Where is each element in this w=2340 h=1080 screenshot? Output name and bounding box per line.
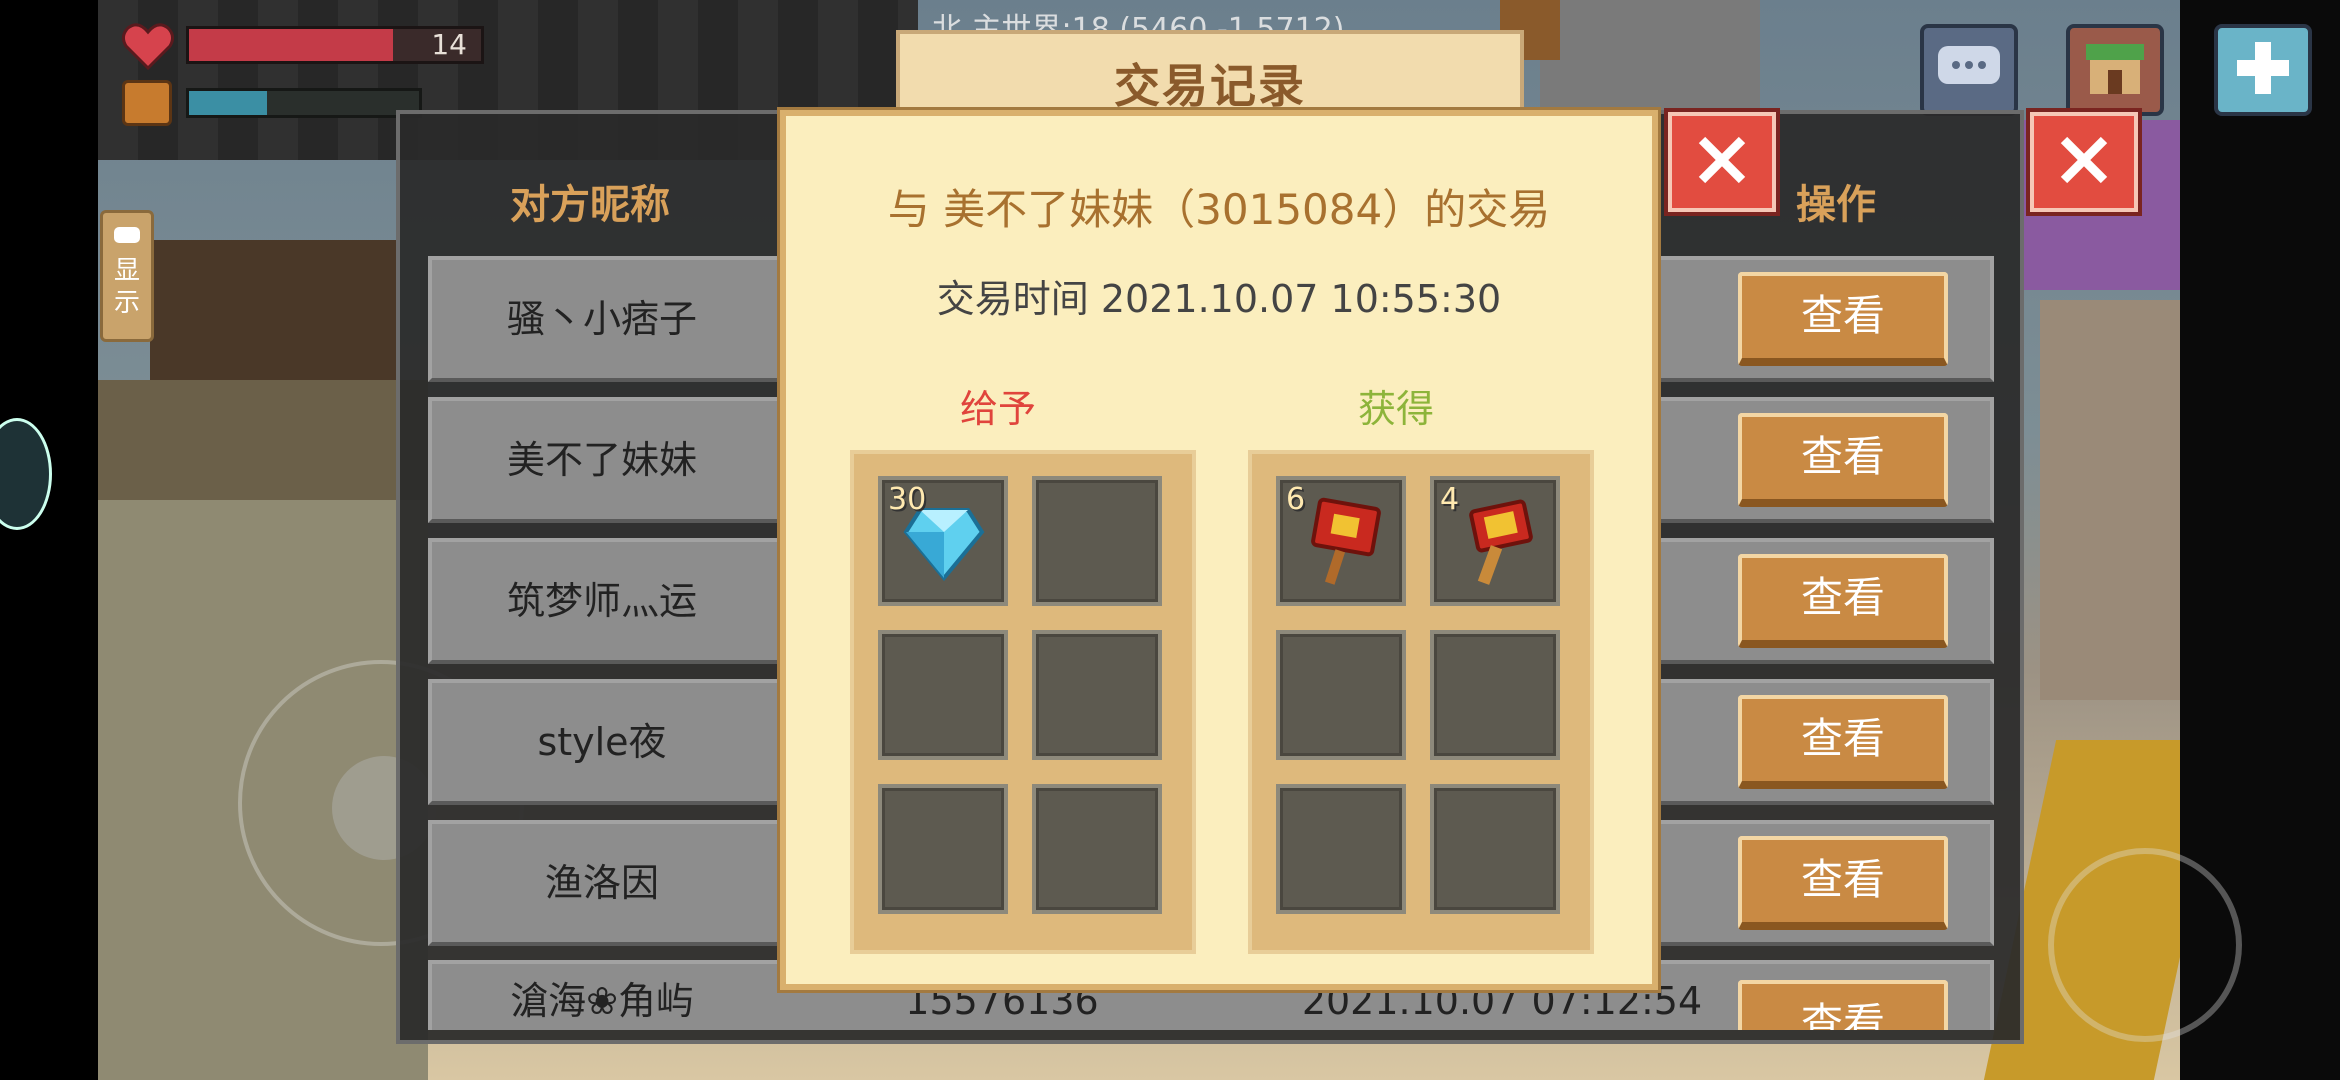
view-button[interactable]: 查看 [1738,413,1948,507]
close-dialog-button[interactable] [1668,112,1776,212]
item-slot[interactable]: 30 [878,476,1008,606]
row-nickname: 美不了妹妹 [506,438,697,482]
heart-icon [120,18,176,74]
health-value: 14 [431,28,467,61]
item-slot-empty[interactable] [1032,784,1162,914]
view-button[interactable]: 查看 [1738,980,1948,1030]
item-slot-empty[interactable] [1276,630,1406,760]
view-button[interactable]: 查看 [1738,272,1948,366]
page-title: 交易记录 [1114,59,1306,113]
show-toggle-tab[interactable]: 显 示 [100,210,154,342]
row-nickname: 渔洛因 [544,861,659,905]
row-nickname: 骚丶小痞子 [506,297,697,341]
item-slot-empty[interactable] [878,630,1008,760]
hunger-bar-fill [189,91,268,115]
trade-detail-dialog: 与 美不了妹妹（3015084）的交易 交易时间 2021.10.07 10:5… [780,110,1658,990]
row-nickname: 筑梦师灬运 [506,579,697,623]
item-slot-empty[interactable] [878,784,1008,914]
item-slot-empty[interactable] [1032,630,1162,760]
health-bar-fill [189,29,394,61]
give-items-grid: 30 [850,450,1196,954]
row-nickname: style夜 [537,720,667,764]
plus-icon [2233,38,2293,102]
item-slot-empty[interactable] [1276,784,1406,914]
view-button[interactable]: 查看 [1738,836,1948,930]
burger-icon [122,80,172,126]
item-slot-empty[interactable] [1032,476,1162,606]
view-button[interactable]: 查看 [1738,554,1948,648]
item-count: 4 [1440,482,1460,517]
hunger-bar [186,88,422,118]
screen-edge-left [0,0,98,1080]
item-slot[interactable]: 4 [1430,476,1560,606]
chat-bubble-icon [103,223,151,255]
close-icon [2054,130,2114,194]
chat-icon [1934,40,2004,100]
close-icon [1692,130,1752,194]
shop-icon [2080,36,2150,104]
item-slot-empty[interactable] [1430,630,1560,760]
item-count: 6 [1286,482,1306,517]
show-toggle-label: 显 示 [113,256,140,318]
column-header-action: 操作 [1796,182,1876,228]
view-button[interactable]: 查看 [1738,695,1948,789]
add-button[interactable] [2214,24,2312,116]
get-label: 获得 [1357,387,1434,431]
item-count: 30 [888,482,927,517]
column-header-nickname: 对方昵称 [510,182,670,228]
shop-button[interactable] [2066,24,2164,116]
chat-button[interactable] [1920,24,2018,116]
item-slot[interactable]: 6 [1276,476,1406,606]
give-label: 给予 [959,387,1036,431]
get-items-grid: 6 4 [1248,450,1594,954]
action-ring-button[interactable] [2048,848,2242,1042]
close-list-button[interactable] [2030,112,2138,212]
trade-time: 交易时间 2021.10.07 10:55:30 [936,277,1502,321]
row-nickname: 滄海❀角屿 [510,979,694,1023]
trade-detail-title: 与 美不了妹妹（3015084）的交易 [887,185,1551,234]
health-bar: 14 [186,26,484,64]
item-slot-empty[interactable] [1430,784,1560,914]
